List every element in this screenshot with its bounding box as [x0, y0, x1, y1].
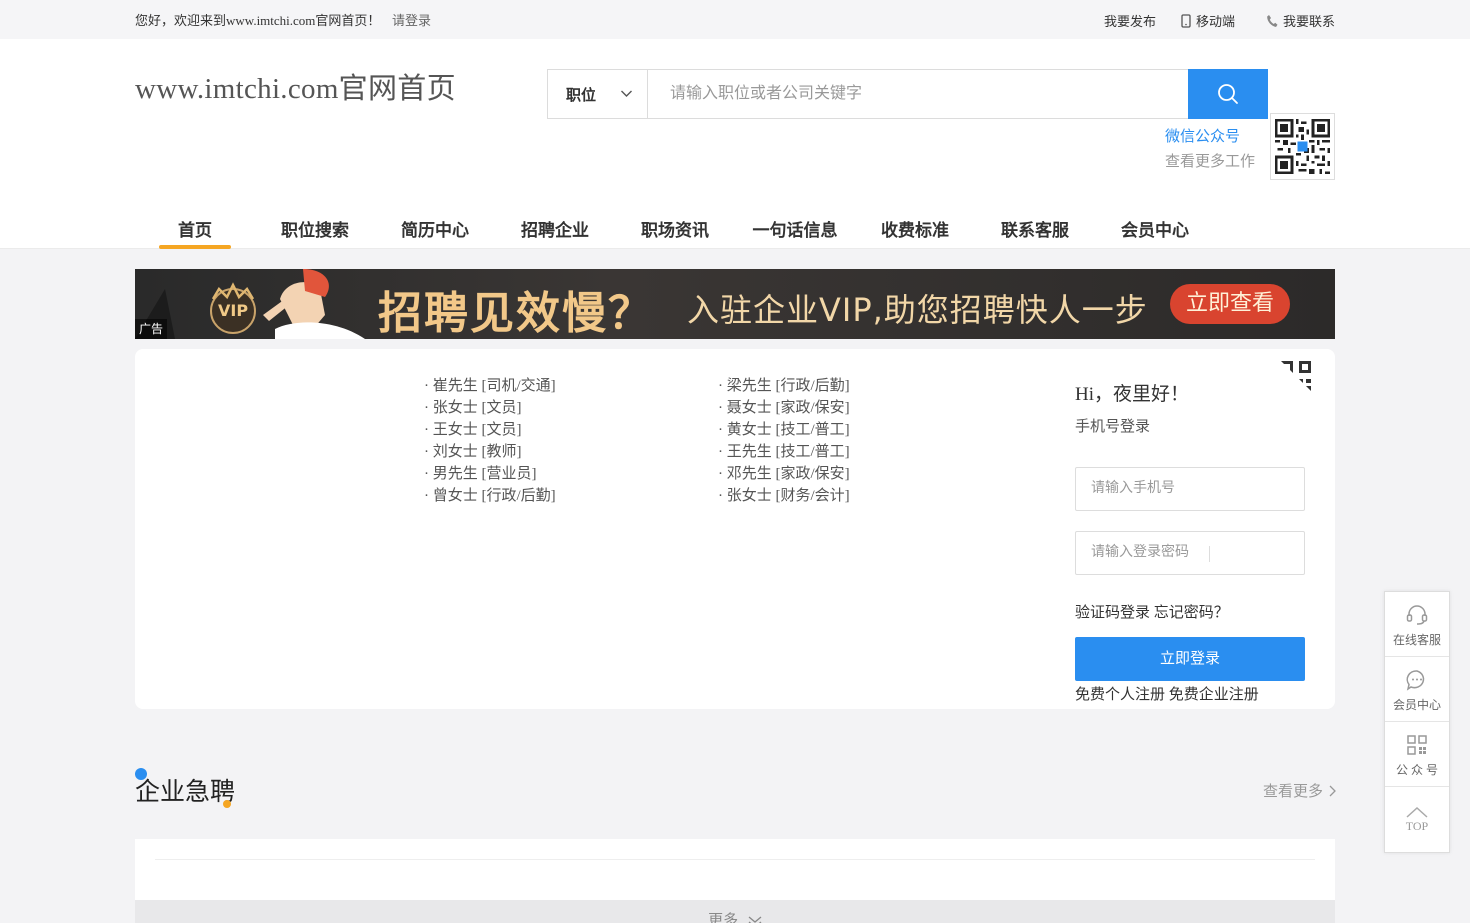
- login-links: 验证码登录 忘记密码？: [1075, 601, 1229, 622]
- talent-list-left: · 崔先生 [司机/交通] · 张女士 [文员] · 王女士 [文员] · 刘女…: [424, 375, 556, 507]
- main-nav: 首页 职位搜索 简历中心 招聘企业 职场资讯 一句话信息 收费标准 联系客服 会…: [135, 205, 1215, 249]
- float-online-service[interactable]: 在线客服: [1385, 592, 1449, 657]
- login-link[interactable]: 请登录: [392, 10, 431, 29]
- nav-one-line-info[interactable]: 一句话信息: [735, 205, 855, 249]
- site-logo[interactable]: www.imtchi.com官网首页: [135, 65, 456, 107]
- float-member-center[interactable]: 会员中心: [1385, 657, 1449, 722]
- top-bar: 您好，欢迎来到www.imtchi.com官网首页！ 请登录 我要发布 移动端 …: [0, 0, 1470, 39]
- search-button[interactable]: [1188, 69, 1268, 119]
- register-personal-link[interactable]: 免费个人注册: [1075, 687, 1165, 703]
- title-dot-orange: [223, 800, 231, 808]
- talent-item[interactable]: · 曾女士 [行政/后勤]: [424, 485, 556, 507]
- qrcode-login-icon[interactable]: [1279, 359, 1315, 395]
- talent-item[interactable]: · 梁先生 [行政/后勤]: [718, 375, 850, 397]
- ad-banner[interactable]: VIP 广告 招聘见效慢？ 入驻企业VIP,助您招聘快人一步 立即查看: [135, 269, 1335, 339]
- wechat-label[interactable]: 微信公众号: [1165, 125, 1240, 146]
- field-divider: [1209, 546, 1210, 562]
- phone-login-tab[interactable]: 手机号登录: [1075, 415, 1150, 436]
- ad-tag: 广告: [135, 319, 167, 339]
- chat-icon: [1406, 670, 1425, 691]
- mobile-icon: [1181, 13, 1191, 28]
- phone-input[interactable]: [1076, 468, 1304, 510]
- talent-item[interactable]: · 男先生 [营业员]: [424, 463, 556, 485]
- banner-subtitle: 入驻企业VIP,助您招聘快人一步: [687, 291, 1148, 329]
- load-more-button[interactable]: 更多: [135, 900, 1335, 923]
- welcome-text: 您好，欢迎来到www.imtchi.com官网首页！: [135, 13, 381, 28]
- banner-illustration: [135, 269, 365, 339]
- double-chevron-down-icon: [748, 916, 762, 923]
- nav-member-center[interactable]: 会员中心: [1095, 205, 1215, 249]
- talent-item[interactable]: · 黄女士 [技工/普工]: [718, 419, 850, 441]
- section-title: 企业急聘: [135, 779, 236, 806]
- arrow-up-icon: [1406, 806, 1428, 818]
- register-company-link[interactable]: 免费企业注册: [1169, 687, 1259, 703]
- qrcode-icon: [1407, 735, 1427, 755]
- phone-field-wrap: [1075, 467, 1305, 511]
- talent-list-right: · 梁先生 [行政/后勤] · 聂女士 [家政/保安] · 黄女士 [技工/普工…: [718, 375, 850, 507]
- headset-icon: [1406, 605, 1428, 625]
- nav-career-news[interactable]: 职场资讯: [615, 205, 735, 249]
- banner-headline: 招聘见效慢？: [378, 288, 654, 339]
- forgot-password-link[interactable]: 忘记密码？: [1154, 605, 1229, 621]
- side-float-bar: 在线客服 会员中心 公 众 号 TOP: [1384, 591, 1450, 853]
- vip-badge-text: VIP: [218, 301, 249, 320]
- publish-link[interactable]: 我要发布: [1104, 11, 1156, 30]
- nav-support[interactable]: 联系客服: [975, 205, 1095, 249]
- talent-item[interactable]: · 崔先生 [司机/交通]: [424, 375, 556, 397]
- login-button[interactable]: 立即登录: [1075, 637, 1305, 681]
- qrcode-image: [1275, 119, 1330, 174]
- register-links: 免费个人注册 免费企业注册: [1075, 683, 1259, 704]
- password-field-wrap: [1075, 531, 1305, 575]
- urgent-jobs-card: 更多: [135, 839, 1335, 923]
- nav-resume-center[interactable]: 简历中心: [375, 205, 495, 249]
- nav-companies[interactable]: 招聘企业: [495, 205, 615, 249]
- contact-link[interactable]: 我要联系: [1266, 11, 1335, 30]
- chevron-right-icon: [1329, 785, 1336, 796]
- talent-item[interactable]: · 聂女士 [家政/保安]: [718, 397, 850, 419]
- password-input[interactable]: [1076, 532, 1304, 574]
- talent-item[interactable]: · 王女士 [文员]: [424, 419, 556, 441]
- talent-item[interactable]: · 刘女士 [教师]: [424, 441, 556, 463]
- nav-home[interactable]: 首页: [135, 205, 255, 249]
- view-more-link[interactable]: 查看更多: [1263, 780, 1336, 801]
- nav-job-search[interactable]: 职位搜索: [255, 205, 375, 249]
- search-input[interactable]: [648, 70, 1188, 118]
- search-type-select[interactable]: 职位: [548, 70, 648, 118]
- search-icon: [1218, 84, 1238, 104]
- float-back-to-top[interactable]: TOP: [1385, 787, 1449, 852]
- talent-item[interactable]: · 张女士 [文员]: [424, 397, 556, 419]
- talent-item[interactable]: · 张女士 [财务/会计]: [718, 485, 850, 507]
- mobile-link[interactable]: 移动端: [1181, 11, 1235, 30]
- talent-item[interactable]: · 王先生 [技工/普工]: [718, 441, 850, 463]
- wechat-sub: 查看更多工作: [1165, 154, 1256, 170]
- banner-cta-button[interactable]: 立即查看: [1170, 284, 1290, 324]
- header: www.imtchi.com官网首页 职位 微信公众号 查看更多工作 首页 职位…: [0, 39, 1470, 249]
- wechat-qrcode: [1270, 113, 1335, 180]
- talent-item[interactable]: · 邓先生 [家政/保安]: [718, 463, 850, 485]
- phone-icon: [1267, 14, 1278, 27]
- search-bar: 职位: [547, 69, 1268, 119]
- main-card: · 崔先生 [司机/交通] · 张女士 [文员] · 王女士 [文员] · 刘女…: [135, 349, 1335, 709]
- float-official-account[interactable]: 公 众 号: [1385, 722, 1449, 787]
- chevron-down-icon: [621, 90, 632, 97]
- divider: [155, 859, 1315, 860]
- nav-pricing[interactable]: 收费标准: [855, 205, 975, 249]
- login-greeting: Hi，夜里好！: [1075, 384, 1190, 405]
- sms-login-link[interactable]: 验证码登录: [1075, 605, 1150, 621]
